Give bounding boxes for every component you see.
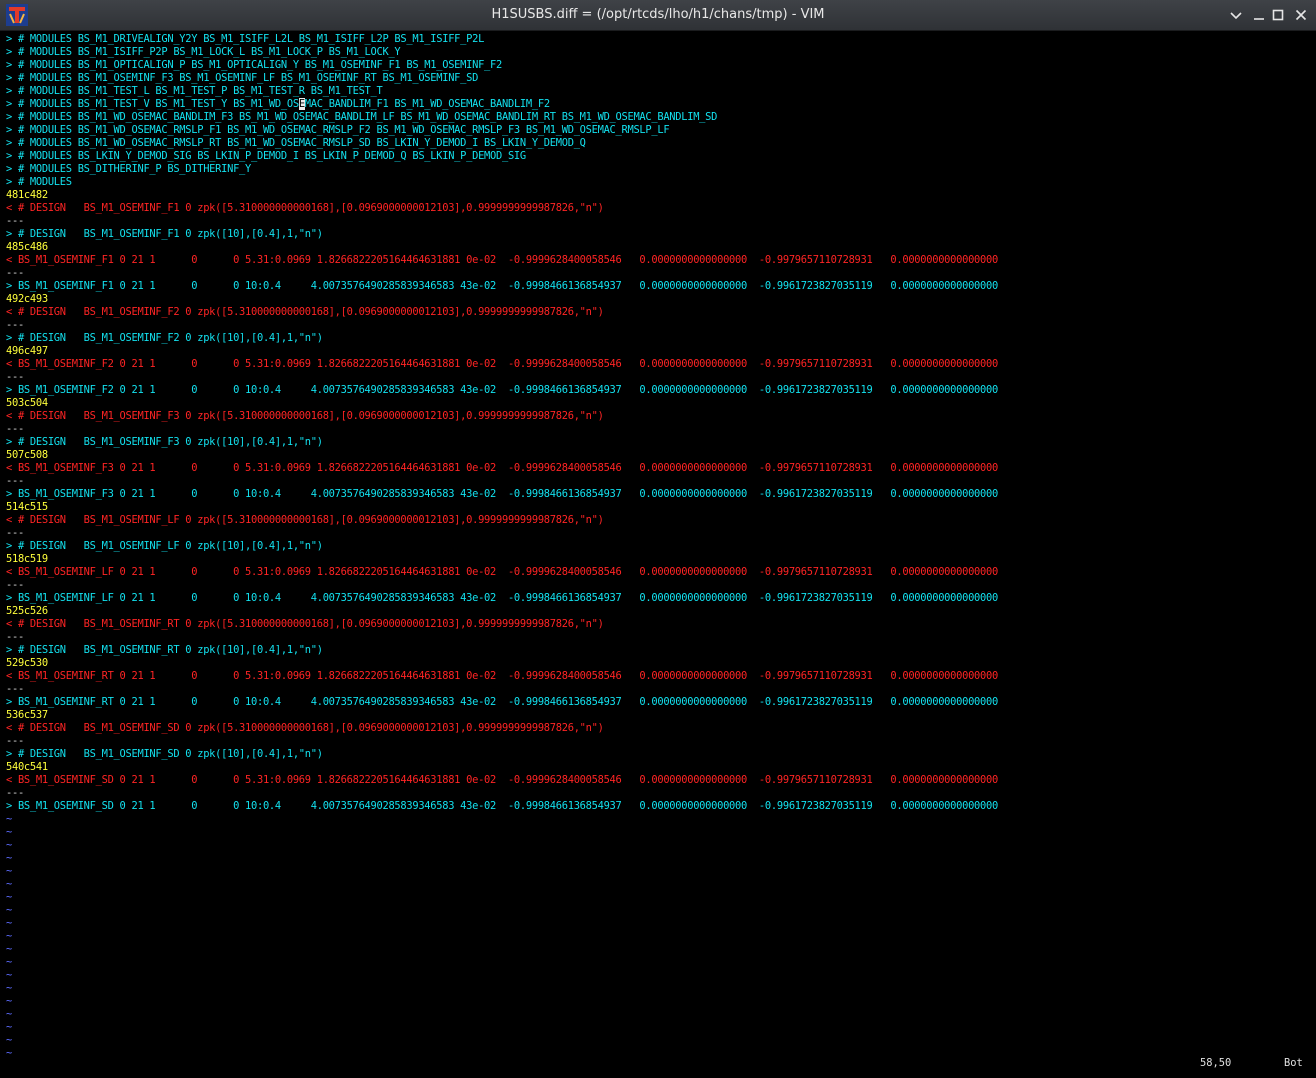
diff-line-removed[interactable]: < # DESIGN BS_M1_OSEMINF_F3 0 zpk([5.310… <box>6 410 1306 423</box>
empty-line-tilde[interactable]: ~ <box>6 826 1306 839</box>
diff-hunk-header[interactable]: 529c530 <box>6 657 1306 670</box>
diff-hunk-header[interactable]: 540c541 <box>6 761 1306 774</box>
diff-hunk-header[interactable]: 514c515 <box>6 501 1306 514</box>
diff-line-removed[interactable]: < BS_M1_OSEMINF_SD 0 21 1 0 0 5.31:0.096… <box>6 774 1306 787</box>
diff-line-removed[interactable]: < BS_M1_OSEMINF_F3 0 21 1 0 0 5.31:0.096… <box>6 462 1306 475</box>
empty-line-tilde[interactable]: ~ <box>6 956 1306 969</box>
diff-line-added[interactable]: > # MODULES BS_M1_TEST_V BS_M1_TEST_Y BS… <box>6 98 1306 111</box>
diff-line-removed[interactable]: < # DESIGN BS_M1_OSEMINF_F1 0 zpk([5.310… <box>6 202 1306 215</box>
diff-line-added[interactable]: > # DESIGN BS_M1_OSEMINF_RT 0 zpk([10],[… <box>6 644 1306 657</box>
empty-line-tilde[interactable]: ~ <box>6 865 1306 878</box>
empty-line-tilde[interactable]: ~ <box>6 969 1306 982</box>
diff-separator[interactable]: --- <box>6 683 1306 696</box>
empty-line-tilde[interactable]: ~ <box>6 839 1306 852</box>
diff-line-added[interactable]: > # DESIGN BS_M1_OSEMINF_LF 0 zpk([10],[… <box>6 540 1306 553</box>
diff-line-added[interactable]: > # MODULES BS_M1_DRIVEALIGN_Y2Y BS_M1_I… <box>6 33 1306 46</box>
diff-line-added[interactable]: > BS_M1_OSEMINF_SD 0 21 1 0 0 10:0.4 4.0… <box>6 800 1306 813</box>
empty-line-tilde[interactable]: ~ <box>6 878 1306 891</box>
diff-line-added[interactable]: > # MODULES BS_LKIN_Y_DEMOD_SIG BS_LKIN_… <box>6 150 1306 163</box>
diff-separator[interactable]: --- <box>6 215 1306 228</box>
diff-lines[interactable]: > # MODULES BS_M1_DRIVEALIGN_Y2Y BS_M1_I… <box>6 33 1306 1060</box>
diff-separator[interactable]: --- <box>6 735 1306 748</box>
diff-separator[interactable]: --- <box>6 787 1306 800</box>
diff-line-added[interactable]: > # DESIGN BS_M1_OSEMINF_SD 0 zpk([10],[… <box>6 748 1306 761</box>
diff-hunk-header[interactable]: 525c526 <box>6 605 1306 618</box>
diff-hunk-header[interactable]: 485c486 <box>6 241 1306 254</box>
diff-line-added[interactable]: > # MODULES BS_M1_WD_OSEMAC_RMSLP_RT BS_… <box>6 137 1306 150</box>
diff-line-removed[interactable]: < # DESIGN BS_M1_OSEMINF_RT 0 zpk([5.310… <box>6 618 1306 631</box>
diff-line-added[interactable]: > # MODULES BS_M1_TEST_L BS_M1_TEST_P BS… <box>6 85 1306 98</box>
diff-line-added[interactable]: > # MODULES <box>6 176 1306 189</box>
diff-line-added[interactable]: > # MODULES BS_M1_OSEMINF_F3 BS_M1_OSEMI… <box>6 72 1306 85</box>
close-button[interactable] <box>1293 7 1309 23</box>
diff-line-added[interactable]: > BS_M1_OSEMINF_F1 0 21 1 0 0 10:0.4 4.0… <box>6 280 1306 293</box>
window-title: H1SUSBS.diff = (/opt/rtcds/lho/h1/chans/… <box>491 7 825 22</box>
diff-hunk-header[interactable]: 503c504 <box>6 397 1306 410</box>
empty-line-tilde[interactable]: ~ <box>6 1021 1306 1034</box>
diff-hunk-header[interactable]: 496c497 <box>6 345 1306 358</box>
diff-line-added[interactable]: > # DESIGN BS_M1_OSEMINF_F3 0 zpk([10],[… <box>6 436 1306 449</box>
empty-line-tilde[interactable]: ~ <box>6 1008 1306 1021</box>
diff-line-removed[interactable]: < # DESIGN BS_M1_OSEMINF_LF 0 zpk([5.310… <box>6 514 1306 527</box>
diff-line-added[interactable]: > # DESIGN BS_M1_OSEMINF_F1 0 zpk([10],[… <box>6 228 1306 241</box>
empty-line-tilde[interactable]: ~ <box>6 995 1306 1008</box>
vim-window: H1SUSBS.diff = (/opt/rtcds/lho/h1/chans/… <box>0 0 1316 1078</box>
minimize-icon <box>1254 18 1264 20</box>
diff-separator[interactable]: --- <box>6 319 1306 332</box>
title-bar[interactable]: H1SUSBS.diff = (/opt/rtcds/lho/h1/chans/… <box>0 0 1316 31</box>
diff-line-added[interactable]: > BS_M1_OSEMINF_RT 0 21 1 0 0 10:0.4 4.0… <box>6 696 1306 709</box>
diff-line-added[interactable]: > BS_M1_OSEMINF_LF 0 21 1 0 0 10:0.4 4.0… <box>6 592 1306 605</box>
line-text-after-cursor: MAC_BANDLIM_F1 BS_M1_WD_OSEMAC_BANDLIM_F… <box>304 98 550 110</box>
diff-line-added[interactable]: > # MODULES BS_M1_WD_OSEMAC_RMSLP_F1 BS_… <box>6 124 1306 137</box>
diff-hunk-header[interactable]: 507c508 <box>6 449 1306 462</box>
diff-line-added[interactable]: > # MODULES BS_M1_ISIFF_P2P BS_M1_LOCK_L… <box>6 46 1306 59</box>
diff-line-added[interactable]: > # MODULES BS_M1_OPTICALIGN_P BS_M1_OPT… <box>6 59 1306 72</box>
diff-separator[interactable]: --- <box>6 631 1306 644</box>
diff-separator[interactable]: --- <box>6 475 1306 488</box>
diff-separator[interactable]: --- <box>6 579 1306 592</box>
empty-line-tilde[interactable]: ~ <box>6 930 1306 943</box>
empty-line-tilde[interactable]: ~ <box>6 982 1306 995</box>
diff-separator[interactable]: --- <box>6 527 1306 540</box>
cursor-position: 58,50 <box>1200 1057 1232 1069</box>
diff-line-added[interactable]: > # MODULES BS_M1_WD_OSEMAC_BANDLIM_F3 B… <box>6 111 1306 124</box>
diff-line-added[interactable]: > # MODULES BS_DITHERINF_P BS_DITHERINF_… <box>6 163 1306 176</box>
maximize-button[interactable] <box>1270 7 1286 23</box>
diff-line-removed[interactable]: < BS_M1_OSEMINF_F1 0 21 1 0 0 5.31:0.096… <box>6 254 1306 267</box>
diff-line-added[interactable]: > BS_M1_OSEMINF_F2 0 21 1 0 0 10:0.4 4.0… <box>6 384 1306 397</box>
shade-button[interactable] <box>1228 7 1244 23</box>
diff-line-removed[interactable]: < # DESIGN BS_M1_OSEMINF_F2 0 zpk([5.310… <box>6 306 1306 319</box>
line-text-before-cursor: > # MODULES BS_M1_TEST_V BS_M1_TEST_Y BS… <box>6 98 299 110</box>
diff-separator[interactable]: --- <box>6 267 1306 280</box>
diff-line-removed[interactable]: < BS_M1_OSEMINF_F2 0 21 1 0 0 5.31:0.096… <box>6 358 1306 371</box>
empty-line-tilde[interactable]: ~ <box>6 1034 1306 1047</box>
diff-hunk-header[interactable]: 536c537 <box>6 709 1306 722</box>
diff-separator[interactable]: --- <box>6 423 1306 436</box>
diff-separator[interactable]: --- <box>6 371 1306 384</box>
empty-line-tilde[interactable]: ~ <box>6 917 1306 930</box>
diff-line-removed[interactable]: < # DESIGN BS_M1_OSEMINF_SD 0 zpk([5.310… <box>6 722 1306 735</box>
diff-line-removed[interactable]: < BS_M1_OSEMINF_LF 0 21 1 0 0 5.31:0.096… <box>6 566 1306 579</box>
empty-line-tilde[interactable]: ~ <box>6 852 1306 865</box>
diff-hunk-header[interactable]: 481c482 <box>6 189 1306 202</box>
diff-hunk-header[interactable]: 518c519 <box>6 553 1306 566</box>
empty-line-tilde[interactable]: ~ <box>6 904 1306 917</box>
maximize-icon <box>1272 9 1284 21</box>
empty-line-tilde[interactable]: ~ <box>6 943 1306 956</box>
diff-line-removed[interactable]: < BS_M1_OSEMINF_RT 0 21 1 0 0 5.31:0.096… <box>6 670 1306 683</box>
scroll-indicator: Bot <box>1284 1057 1303 1069</box>
close-icon <box>1295 9 1307 21</box>
minimize-button[interactable] <box>1251 7 1267 23</box>
empty-line-tilde[interactable]: ~ <box>6 891 1306 904</box>
empty-line-tilde[interactable]: ~ <box>6 813 1306 826</box>
diff-hunk-header[interactable]: 492c493 <box>6 293 1306 306</box>
diff-line-added[interactable]: > BS_M1_OSEMINF_F3 0 21 1 0 0 10:0.4 4.0… <box>6 488 1306 501</box>
chevron-down-icon <box>1230 12 1242 20</box>
diff-line-added[interactable]: > # DESIGN BS_M1_OSEMINF_F2 0 zpk([10],[… <box>6 332 1306 345</box>
status-line: 58,50 Bot <box>0 1057 1316 1070</box>
vim-text-area[interactable]: > # MODULES BS_M1_DRIVEALIGN_Y2Y BS_M1_I… <box>0 31 1316 1078</box>
